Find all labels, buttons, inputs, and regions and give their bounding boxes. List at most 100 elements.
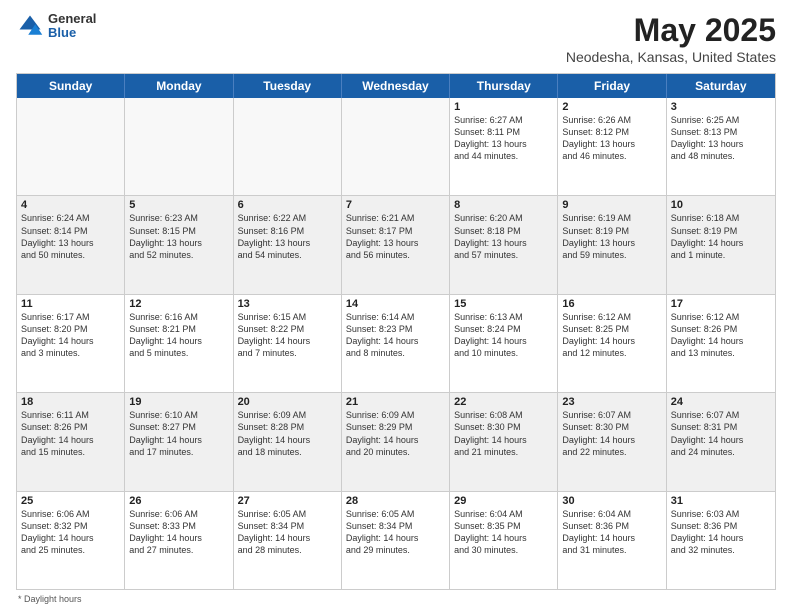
day-content: Sunrise: 6:26 AM Sunset: 8:12 PM Dayligh… — [562, 114, 661, 163]
calendar-cell: 13Sunrise: 6:15 AM Sunset: 8:22 PM Dayli… — [234, 295, 342, 392]
day-number: 14 — [346, 298, 445, 310]
calendar-cell: 11Sunrise: 6:17 AM Sunset: 8:20 PM Dayli… — [17, 295, 125, 392]
day-content: Sunrise: 6:09 AM Sunset: 8:28 PM Dayligh… — [238, 409, 337, 458]
calendar: SundayMondayTuesdayWednesdayThursdayFrid… — [16, 73, 776, 590]
day-content: Sunrise: 6:12 AM Sunset: 8:26 PM Dayligh… — [671, 311, 771, 360]
calendar-cell: 9Sunrise: 6:19 AM Sunset: 8:19 PM Daylig… — [558, 196, 666, 293]
day-number: 20 — [238, 396, 337, 408]
calendar-header: SundayMondayTuesdayWednesdayThursdayFrid… — [17, 74, 775, 98]
day-number: 29 — [454, 495, 553, 507]
day-content: Sunrise: 6:06 AM Sunset: 8:33 PM Dayligh… — [129, 508, 228, 557]
calendar-cell: 16Sunrise: 6:12 AM Sunset: 8:25 PM Dayli… — [558, 295, 666, 392]
cal-day-header: Thursday — [450, 74, 558, 98]
calendar-cell: 25Sunrise: 6:06 AM Sunset: 8:32 PM Dayli… — [17, 492, 125, 589]
main-title: May 2025 — [566, 12, 776, 49]
calendar-cell: 7Sunrise: 6:21 AM Sunset: 8:17 PM Daylig… — [342, 196, 450, 293]
day-number: 21 — [346, 396, 445, 408]
calendar-cell: 29Sunrise: 6:04 AM Sunset: 8:35 PM Dayli… — [450, 492, 558, 589]
calendar-cell: 18Sunrise: 6:11 AM Sunset: 8:26 PM Dayli… — [17, 393, 125, 490]
day-number: 17 — [671, 298, 771, 310]
day-content: Sunrise: 6:04 AM Sunset: 8:35 PM Dayligh… — [454, 508, 553, 557]
calendar-cell — [17, 98, 125, 195]
cal-day-header: Tuesday — [234, 74, 342, 98]
day-content: Sunrise: 6:03 AM Sunset: 8:36 PM Dayligh… — [671, 508, 771, 557]
day-content: Sunrise: 6:05 AM Sunset: 8:34 PM Dayligh… — [238, 508, 337, 557]
day-content: Sunrise: 6:12 AM Sunset: 8:25 PM Dayligh… — [562, 311, 661, 360]
calendar-cell: 14Sunrise: 6:14 AM Sunset: 8:23 PM Dayli… — [342, 295, 450, 392]
day-number: 10 — [671, 199, 771, 211]
logo: General Blue — [16, 12, 96, 41]
calendar-cell — [125, 98, 233, 195]
day-content: Sunrise: 6:16 AM Sunset: 8:21 PM Dayligh… — [129, 311, 228, 360]
day-number: 11 — [21, 298, 120, 310]
logo-text: General Blue — [48, 12, 96, 41]
day-content: Sunrise: 6:07 AM Sunset: 8:30 PM Dayligh… — [562, 409, 661, 458]
calendar-cell: 21Sunrise: 6:09 AM Sunset: 8:29 PM Dayli… — [342, 393, 450, 490]
calendar-cell — [342, 98, 450, 195]
calendar-cell: 2Sunrise: 6:26 AM Sunset: 8:12 PM Daylig… — [558, 98, 666, 195]
calendar-cell: 28Sunrise: 6:05 AM Sunset: 8:34 PM Dayli… — [342, 492, 450, 589]
calendar-cell: 24Sunrise: 6:07 AM Sunset: 8:31 PM Dayli… — [667, 393, 775, 490]
day-number: 8 — [454, 199, 553, 211]
day-number: 27 — [238, 495, 337, 507]
calendar-cell: 23Sunrise: 6:07 AM Sunset: 8:30 PM Dayli… — [558, 393, 666, 490]
calendar-cell: 20Sunrise: 6:09 AM Sunset: 8:28 PM Dayli… — [234, 393, 342, 490]
calendar-cell: 1Sunrise: 6:27 AM Sunset: 8:11 PM Daylig… — [450, 98, 558, 195]
day-number: 25 — [21, 495, 120, 507]
calendar-cell: 31Sunrise: 6:03 AM Sunset: 8:36 PM Dayli… — [667, 492, 775, 589]
day-number: 5 — [129, 199, 228, 211]
day-number: 3 — [671, 101, 771, 113]
calendar-cell: 30Sunrise: 6:04 AM Sunset: 8:36 PM Dayli… — [558, 492, 666, 589]
calendar-week-row: 11Sunrise: 6:17 AM Sunset: 8:20 PM Dayli… — [17, 295, 775, 393]
day-content: Sunrise: 6:15 AM Sunset: 8:22 PM Dayligh… — [238, 311, 337, 360]
cal-day-header: Friday — [558, 74, 666, 98]
calendar-cell: 6Sunrise: 6:22 AM Sunset: 8:16 PM Daylig… — [234, 196, 342, 293]
cal-day-header: Saturday — [667, 74, 775, 98]
day-content: Sunrise: 6:20 AM Sunset: 8:18 PM Dayligh… — [454, 212, 553, 261]
cal-day-header: Monday — [125, 74, 233, 98]
day-number: 2 — [562, 101, 661, 113]
day-number: 24 — [671, 396, 771, 408]
calendar-cell: 17Sunrise: 6:12 AM Sunset: 8:26 PM Dayli… — [667, 295, 775, 392]
calendar-body: 1Sunrise: 6:27 AM Sunset: 8:11 PM Daylig… — [17, 98, 775, 589]
calendar-cell: 8Sunrise: 6:20 AM Sunset: 8:18 PM Daylig… — [450, 196, 558, 293]
day-content: Sunrise: 6:10 AM Sunset: 8:27 PM Dayligh… — [129, 409, 228, 458]
day-number: 12 — [129, 298, 228, 310]
calendar-cell: 10Sunrise: 6:18 AM Sunset: 8:19 PM Dayli… — [667, 196, 775, 293]
page: General Blue May 2025 Neodesha, Kansas, … — [0, 0, 792, 612]
day-content: Sunrise: 6:13 AM Sunset: 8:24 PM Dayligh… — [454, 311, 553, 360]
day-content: Sunrise: 6:27 AM Sunset: 8:11 PM Dayligh… — [454, 114, 553, 163]
day-content: Sunrise: 6:25 AM Sunset: 8:13 PM Dayligh… — [671, 114, 771, 163]
title-block: May 2025 Neodesha, Kansas, United States — [566, 12, 776, 65]
calendar-cell: 22Sunrise: 6:08 AM Sunset: 8:30 PM Dayli… — [450, 393, 558, 490]
day-content: Sunrise: 6:07 AM Sunset: 8:31 PM Dayligh… — [671, 409, 771, 458]
day-number: 30 — [562, 495, 661, 507]
day-number: 13 — [238, 298, 337, 310]
calendar-cell — [234, 98, 342, 195]
calendar-week-row: 18Sunrise: 6:11 AM Sunset: 8:26 PM Dayli… — [17, 393, 775, 491]
day-content: Sunrise: 6:23 AM Sunset: 8:15 PM Dayligh… — [129, 212, 228, 261]
calendar-cell: 26Sunrise: 6:06 AM Sunset: 8:33 PM Dayli… — [125, 492, 233, 589]
day-content: Sunrise: 6:17 AM Sunset: 8:20 PM Dayligh… — [21, 311, 120, 360]
day-content: Sunrise: 6:09 AM Sunset: 8:29 PM Dayligh… — [346, 409, 445, 458]
day-number: 1 — [454, 101, 553, 113]
header: General Blue May 2025 Neodesha, Kansas, … — [16, 12, 776, 65]
day-number: 16 — [562, 298, 661, 310]
logo-blue: Blue — [48, 26, 96, 40]
day-number: 26 — [129, 495, 228, 507]
subtitle: Neodesha, Kansas, United States — [566, 49, 776, 65]
day-number: 19 — [129, 396, 228, 408]
calendar-cell: 15Sunrise: 6:13 AM Sunset: 8:24 PM Dayli… — [450, 295, 558, 392]
day-content: Sunrise: 6:24 AM Sunset: 8:14 PM Dayligh… — [21, 212, 120, 261]
day-content: Sunrise: 6:04 AM Sunset: 8:36 PM Dayligh… — [562, 508, 661, 557]
calendar-week-row: 25Sunrise: 6:06 AM Sunset: 8:32 PM Dayli… — [17, 492, 775, 589]
day-content: Sunrise: 6:18 AM Sunset: 8:19 PM Dayligh… — [671, 212, 771, 261]
day-content: Sunrise: 6:08 AM Sunset: 8:30 PM Dayligh… — [454, 409, 553, 458]
day-number: 23 — [562, 396, 661, 408]
logo-general: General — [48, 12, 96, 26]
day-number: 28 — [346, 495, 445, 507]
calendar-cell: 5Sunrise: 6:23 AM Sunset: 8:15 PM Daylig… — [125, 196, 233, 293]
calendar-cell: 12Sunrise: 6:16 AM Sunset: 8:21 PM Dayli… — [125, 295, 233, 392]
calendar-cell: 27Sunrise: 6:05 AM Sunset: 8:34 PM Dayli… — [234, 492, 342, 589]
calendar-cell: 3Sunrise: 6:25 AM Sunset: 8:13 PM Daylig… — [667, 98, 775, 195]
